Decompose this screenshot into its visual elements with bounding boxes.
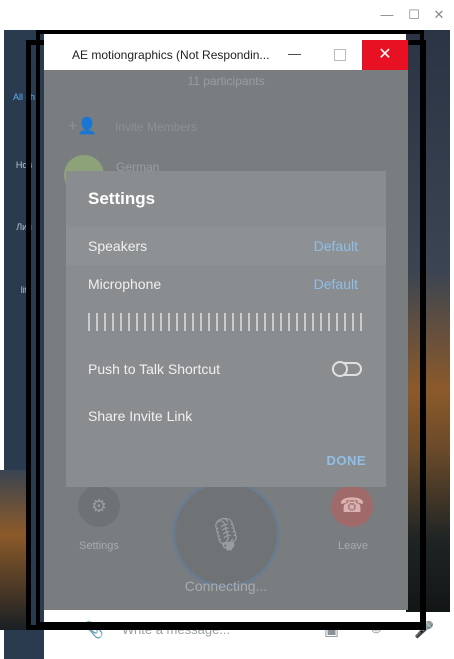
push-to-talk-toggle[interactable] bbox=[332, 361, 362, 377]
participants-count: 11 participants bbox=[187, 74, 265, 88]
share-invite-link-row[interactable]: Share Invite Link bbox=[66, 397, 386, 435]
mute-button[interactable]: 🎙 bbox=[175, 483, 277, 585]
close-button[interactable]: ✕ bbox=[362, 40, 408, 70]
outer-close-button[interactable]: ✕ bbox=[432, 8, 446, 22]
outer-titlebar: — ☐ ✕ bbox=[0, 0, 454, 30]
outer-minimize-button[interactable]: — bbox=[380, 8, 394, 22]
microphone-level-meter bbox=[88, 313, 364, 331]
outer-maximize-button[interactable]: ☐ bbox=[407, 8, 421, 22]
invite-members-label: Invite Members bbox=[115, 120, 198, 134]
voice-chat-titlebar: AE motiongraphics (Not Respondin... — ✕ bbox=[44, 40, 408, 70]
speakers-label: Speakers bbox=[88, 238, 148, 254]
push-to-talk-label: Push to Talk Shortcut bbox=[88, 361, 221, 377]
hang-up-icon: ☎ bbox=[339, 495, 365, 517]
speakers-row[interactable]: Speakers Default bbox=[66, 227, 386, 265]
leave-button[interactable]: ☎ bbox=[331, 485, 373, 527]
share-invite-link-label: Share Invite Link bbox=[88, 408, 193, 424]
dialog-title: Settings bbox=[88, 189, 156, 208]
window-title: AE motiongraphics (Not Respondin... bbox=[72, 48, 270, 62]
maximize-button[interactable] bbox=[334, 49, 346, 61]
settings-button-label: Settings bbox=[79, 540, 119, 552]
leave-button-label: Leave bbox=[338, 540, 368, 552]
microphone-label: Microphone bbox=[88, 276, 162, 292]
speakers-value[interactable]: Default bbox=[314, 238, 358, 254]
settings-button[interactable]: ⚙ bbox=[78, 485, 120, 527]
done-button[interactable]: DONE bbox=[326, 453, 366, 468]
connection-status: Connecting... bbox=[184, 578, 268, 594]
minimize-button[interactable]: — bbox=[288, 46, 301, 61]
sliders-icon: ⚙ bbox=[90, 496, 108, 516]
microphone-row[interactable]: Microphone Default bbox=[66, 265, 386, 303]
push-to-talk-row[interactable]: Push to Talk Shortcut bbox=[66, 350, 386, 388]
settings-dialog: Settings Speakers Default Microphone Def… bbox=[66, 171, 386, 487]
toggle-knob bbox=[332, 361, 348, 377]
microphone-muted-icon: 🎙 bbox=[205, 516, 247, 552]
microphone-value[interactable]: Default bbox=[314, 276, 358, 292]
add-user-icon: +👤 bbox=[68, 118, 98, 135]
